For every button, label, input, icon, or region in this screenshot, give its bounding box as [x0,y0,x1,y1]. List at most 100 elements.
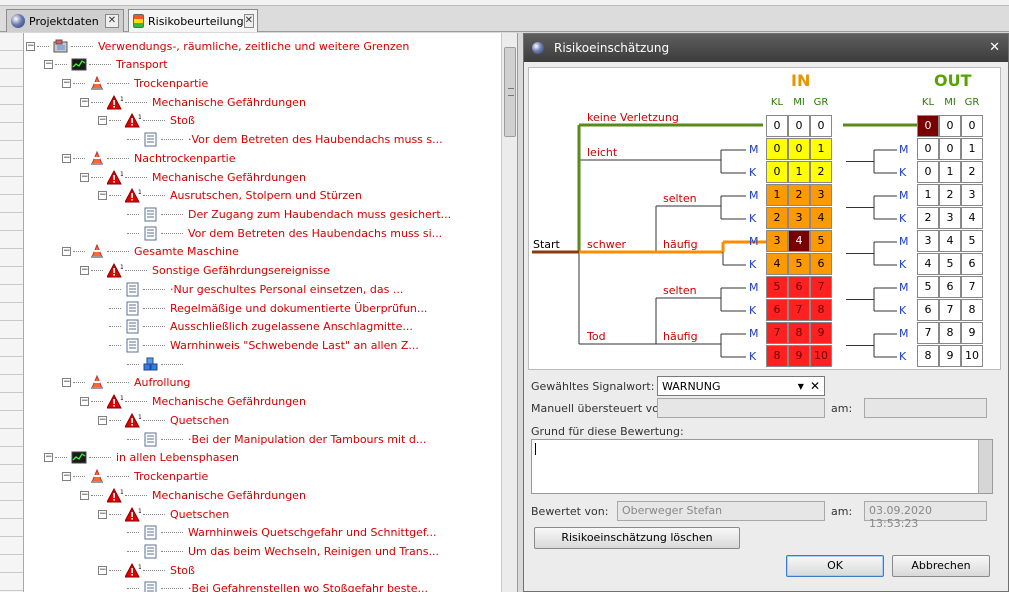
in-matrix-cell[interactable]: 8 [810,299,832,321]
tree-row[interactable]: Warnhinweis Quetschgefahr und Schnittgef… [116,524,436,542]
out-matrix-cell[interactable]: 3 [939,207,961,229]
out-matrix-cell[interactable]: 2 [939,184,961,206]
in-matrix-cell[interactable]: 1 [788,161,810,183]
clear-icon[interactable]: ✕ [810,379,820,393]
out-matrix-cell[interactable]: 3 [917,230,939,252]
vertical-scrollbar[interactable] [501,33,517,592]
in-matrix-cell[interactable]: 3 [810,184,832,206]
in-matrix-cell[interactable]: 1 [766,184,788,206]
ok-button[interactable]: OK [786,555,884,577]
in-matrix-cell[interactable]: 6 [766,299,788,321]
out-matrix-cell[interactable]: 7 [961,276,983,298]
tree-row[interactable]: − 1 Stoß [98,561,195,579]
out-matrix-cell[interactable]: 1 [961,138,983,160]
tree-row[interactable]: Vor dem Betreten des Haubendachs muss si… [116,224,442,242]
in-matrix-cell[interactable]: 5 [766,276,788,298]
out-matrix-cell[interactable]: 0 [917,115,939,137]
override-field[interactable] [657,398,825,418]
tree-row[interactable]: − 1 Sonstige Gefährdungsereignisse [80,262,330,280]
in-matrix-cell[interactable]: 10 [810,345,832,367]
collapse-toggle-icon[interactable]: − [98,191,107,201]
tree-row[interactable]: ·Vor dem Betreten des Haubendachs muss s… [116,131,443,149]
out-matrix-cell[interactable]: 9 [961,322,983,344]
in-matrix-cell[interactable]: 1 [810,138,832,160]
scrollbar-thumb[interactable] [504,47,516,137]
in-matrix-cell[interactable]: 2 [810,161,832,183]
out-matrix-cell[interactable]: 0 [917,161,939,183]
in-matrix-cell[interactable]: 7 [766,322,788,344]
out-matrix-cell[interactable]: 6 [917,299,939,321]
in-matrix-cell[interactable]: 3 [788,207,810,229]
in-matrix-cell[interactable]: 8 [788,322,810,344]
out-matrix-cell[interactable]: 1 [939,161,961,183]
tree-row[interactable]: Regelmäßige und dokumentierte Überprüfun… [98,299,427,317]
out-matrix-cell[interactable]: 7 [917,322,939,344]
collapse-toggle-icon[interactable]: − [62,78,71,88]
out-matrix-cell[interactable]: 6 [939,276,961,298]
collapse-toggle-icon[interactable]: − [44,60,53,70]
in-matrix-cell[interactable]: 0 [766,115,788,137]
tree-row[interactable]: ·Nur geschultes Personal einsetzen, das … [98,280,403,298]
out-matrix-cell[interactable]: 10 [961,345,983,367]
out-matrix-cell[interactable]: 6 [961,253,983,275]
tree-row[interactable]: − in allen Lebensphasen [44,449,239,467]
collapse-toggle-icon[interactable]: − [62,472,71,482]
chevron-down-icon[interactable]: ▼ [798,382,804,391]
out-matrix-cell[interactable]: 0 [939,115,961,137]
out-matrix-cell[interactable]: 2 [917,207,939,229]
collapse-toggle-icon[interactable]: − [80,490,89,500]
collapse-toggle-icon[interactable]: − [62,247,71,257]
tree-row[interactable]: − 1 Mechanische Gefährdungen [80,486,306,504]
tree-row[interactable]: ·Bei Gefahrenstellen wo Stoßgefahr beste… [116,580,428,592]
tree-row[interactable]: − 1 Mechanische Gefährdungen [80,93,306,111]
out-matrix-cell[interactable]: 1 [917,184,939,206]
out-matrix-cell[interactable]: 0 [917,138,939,160]
in-matrix-cell[interactable]: 4 [766,253,788,275]
tree-row[interactable]: − Nachtrockenpartie [62,149,235,167]
reason-textarea[interactable] [531,439,993,494]
override-date-field[interactable] [864,398,987,418]
in-matrix-cell[interactable]: 4 [788,230,810,252]
in-matrix-cell[interactable]: 9 [810,322,832,344]
out-matrix-cell[interactable]: 5 [939,253,961,275]
cancel-button[interactable]: Abbrechen [892,555,990,577]
out-matrix-cell[interactable]: 3 [961,184,983,206]
out-matrix-cell[interactable]: 9 [939,345,961,367]
in-matrix-cell[interactable]: 0 [766,138,788,160]
tree-row[interactable]: − 1 Stoß [98,112,195,130]
in-matrix-cell[interactable]: 7 [788,299,810,321]
close-tab-icon[interactable]: ✕ [243,14,254,28]
collapse-toggle-icon[interactable]: − [26,41,35,51]
in-matrix-cell[interactable]: 3 [766,230,788,252]
tree-row[interactable]: − 1 Quetschen [98,505,229,523]
signal-select[interactable]: WARNUNG ▼ ✕ [657,376,825,396]
out-matrix-cell[interactable]: 2 [961,161,983,183]
textarea-scrollbar[interactable] [978,440,992,493]
in-matrix-cell[interactable]: 5 [788,253,810,275]
tree-row[interactable]: − 1 Quetschen [98,411,229,429]
collapse-toggle-icon[interactable]: − [80,266,89,276]
collapse-toggle-icon[interactable]: − [80,172,89,182]
out-matrix-cell[interactable]: 0 [939,138,961,160]
out-matrix-cell[interactable]: 8 [917,345,939,367]
collapse-toggle-icon[interactable]: − [80,97,89,107]
collapse-toggle-icon[interactable]: − [44,453,53,463]
in-matrix-cell[interactable]: 4 [810,207,832,229]
tree-row[interactable]: Der Zugang zum Haubendach muss gesichert… [116,205,451,223]
tree-row[interactable]: − 1 Ausrutschen, Stolpern und Stürzen [98,187,362,205]
tree-row[interactable]: − 1 Mechanische Gefährdungen [80,393,306,411]
delete-assessment-button[interactable]: Risikoeinschätzung löschen [534,527,740,549]
tree-row[interactable]: − Gesamte Maschine [62,243,239,261]
tree-row[interactable]: − Trockenpartie [62,74,208,92]
tree-row[interactable]: − 1 Mechanische Gefährdungen [80,168,306,186]
out-matrix-cell[interactable]: 4 [939,230,961,252]
in-matrix-cell[interactable]: 8 [766,345,788,367]
out-matrix-cell[interactable]: 0 [961,115,983,137]
collapse-toggle-icon[interactable]: − [98,415,107,425]
tree-row[interactable]: Warnhinweis "Schwebende Last" an allen Z… [98,337,419,355]
in-matrix-cell[interactable]: 7 [810,276,832,298]
in-matrix-cell[interactable]: 6 [810,253,832,275]
collapse-toggle-icon[interactable]: − [98,116,107,126]
tree-row[interactable]: Um das beim Wechseln, Reinigen und Trans… [116,542,439,560]
tab-risikobeurteilung[interactable]: Risikobeurteilung ✕ [128,9,258,32]
